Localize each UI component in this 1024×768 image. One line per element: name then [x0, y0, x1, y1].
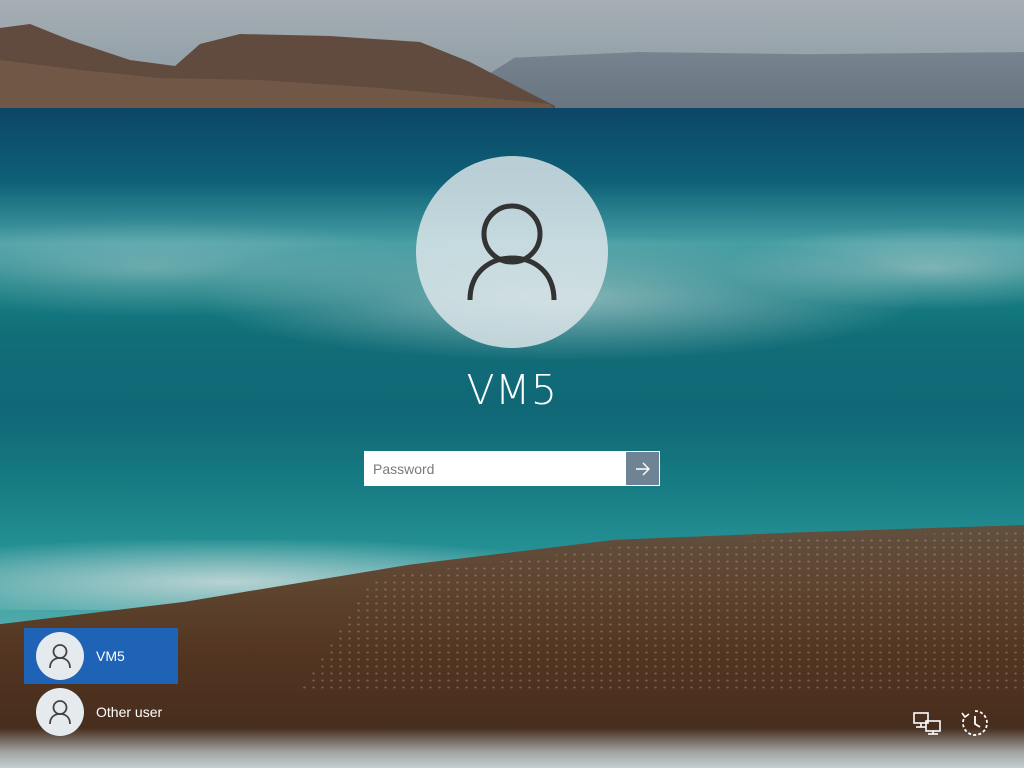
user-icon — [467, 203, 557, 301]
network-icon — [913, 712, 941, 735]
user-icon — [49, 700, 71, 725]
ease-of-access-button[interactable] — [958, 706, 992, 740]
user-item-label: Other user — [96, 704, 163, 720]
account-name: VM5 — [466, 366, 558, 414]
user-avatar-small — [36, 632, 84, 680]
user-item-other-user[interactable]: Other user — [24, 684, 178, 740]
user-list: VM5 Other user — [24, 628, 178, 740]
password-input[interactable] — [365, 452, 626, 485]
arrow-right-icon — [635, 462, 650, 475]
user-avatar — [416, 156, 608, 348]
network-button[interactable] — [911, 706, 945, 740]
ease-of-access-icon — [961, 710, 988, 736]
user-item-vm5[interactable]: VM5 — [24, 628, 178, 684]
user-icon — [49, 644, 71, 669]
user-avatar-small — [36, 688, 84, 736]
password-box — [364, 451, 660, 486]
user-item-label: VM5 — [96, 648, 125, 664]
submit-button[interactable] — [626, 452, 659, 485]
